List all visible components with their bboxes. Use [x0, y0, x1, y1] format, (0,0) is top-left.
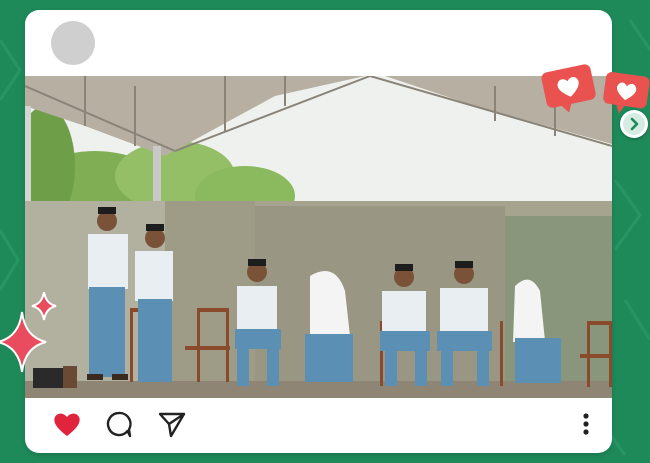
students-on-stage-photo: [25, 76, 612, 398]
next-button[interactable]: [620, 110, 648, 138]
heart-icon[interactable]: [51, 408, 83, 440]
post-actions: [25, 402, 612, 450]
comment-icon[interactable]: [103, 408, 135, 440]
post-photo[interactable]: [25, 76, 612, 398]
sparkle-icon: [0, 292, 57, 373]
more-vertical-icon[interactable]: [570, 408, 602, 440]
send-icon[interactable]: [156, 408, 188, 440]
chevron-right-icon: [623, 113, 645, 135]
heart-badge-icon: [541, 64, 596, 113]
post-card: [25, 10, 612, 453]
avatar[interactable]: [51, 21, 95, 65]
